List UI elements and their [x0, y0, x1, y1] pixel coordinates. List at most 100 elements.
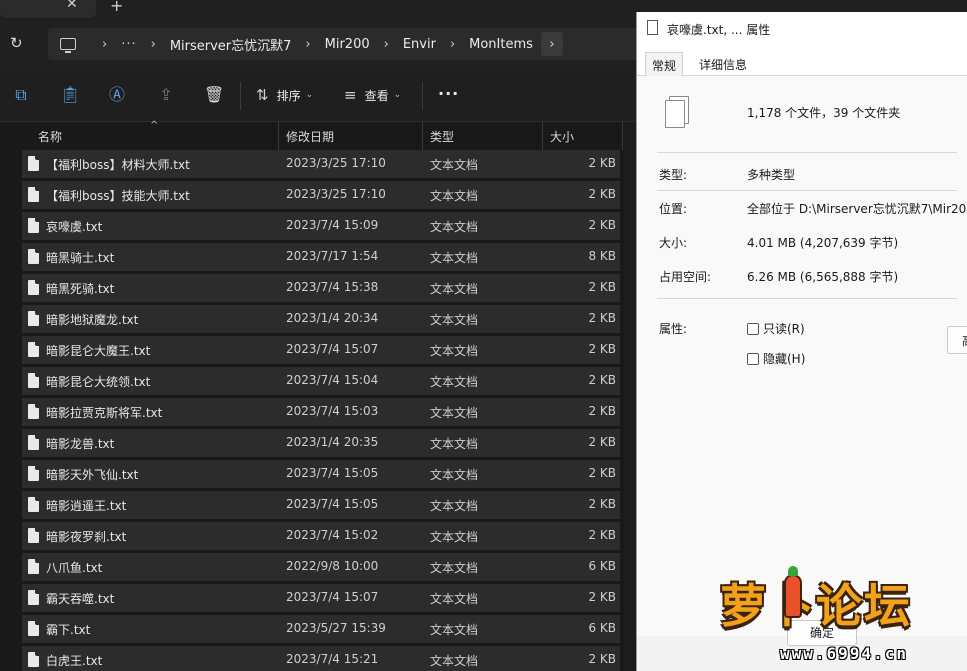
column-header-date[interactable]: 修改日期: [286, 128, 334, 145]
view-icon: ≡: [344, 86, 357, 104]
checkbox-box[interactable]: [747, 322, 759, 335]
chevron-right-icon[interactable]: ›: [151, 37, 156, 52]
readonly-checkbox[interactable]: 只读(R): [747, 320, 805, 337]
file-type: 文本文档: [430, 623, 479, 637]
file-name: 霸天吞噬.txt: [46, 592, 115, 606]
disk-size-label: 占用空间:: [659, 270, 712, 284]
tab-general[interactable]: 常规: [645, 52, 684, 77]
file-row[interactable]: 暗影龙兽.txt 2023/1/4 20:35 文本文档 2 KB: [22, 429, 620, 457]
file-type: 文本文档: [430, 406, 479, 420]
file-size: 2 KB: [588, 528, 616, 542]
file-type: 文本文档: [430, 468, 479, 482]
text-file-icon: [28, 187, 39, 202]
copy-icon[interactable]: ⧉: [12, 86, 30, 104]
share-icon[interactable]: ⇪: [157, 86, 175, 104]
file-type: 文本文档: [430, 530, 479, 544]
delete-icon[interactable]: 🗑︎: [204, 86, 224, 104]
file-row[interactable]: 霸天吞噬.txt 2023/7/4 15:07 文本文档 2 KB: [22, 584, 620, 612]
file-size: 2 KB: [588, 311, 616, 325]
column-header-row: ^ 名称 修改日期 类型 大小: [22, 120, 623, 150]
file-date: 2023/7/4 15:05: [286, 497, 379, 511]
chevron-right-icon[interactable]: ›: [384, 37, 389, 52]
carrot-icon: [784, 566, 802, 618]
breadcrumb-item[interactable]: Envir: [403, 37, 436, 52]
file-size: 2 KB: [588, 435, 616, 449]
breadcrumb-item[interactable]: MonItems: [469, 37, 533, 52]
watermark-title: 萝卜论坛: [720, 579, 912, 633]
file-date: 2023/7/4 15:07: [286, 342, 379, 356]
file-date: 2023/7/4 15:07: [286, 590, 379, 604]
new-tab-icon[interactable]: +: [110, 0, 123, 15]
chevron-right-icon[interactable]: ›: [102, 37, 107, 52]
column-divider[interactable]: [422, 122, 423, 150]
column-divider[interactable]: [622, 122, 623, 150]
file-row[interactable]: 暗影拉贾克斯将军.txt 2023/7/4 15:03 文本文档 2 KB: [22, 398, 620, 426]
text-file-icon: [28, 621, 39, 636]
file-row[interactable]: 霸下.txt 2023/5/27 15:39 文本文档 6 KB: [22, 615, 620, 643]
explorer-tab[interactable]: ✕: [0, 0, 96, 18]
file-name: 【福利boss】材料大师.txt: [46, 158, 190, 172]
refresh-icon[interactable]: ↻: [10, 34, 23, 52]
file-row[interactable]: 【福利boss】材料大师.txt 2023/3/25 17:10 文本文档 2 KB: [22, 150, 620, 178]
column-header-size[interactable]: 大小: [550, 128, 574, 145]
file-type: 文本文档: [430, 375, 479, 389]
file-row[interactable]: 暗黑骑士.txt 2023/7/17 1:54 文本文档 8 KB: [22, 243, 620, 271]
file-row[interactable]: 暗影地狱魔龙.txt 2023/1/4 20:34 文本文档 2 KB: [22, 305, 620, 333]
rename-icon[interactable]: Ⓐ: [108, 86, 126, 104]
column-divider[interactable]: [542, 122, 543, 150]
file-row[interactable]: 白虎王.txt 2023/7/4 15:21 文本文档 2 KB: [22, 646, 620, 671]
file-size: 6 KB: [588, 621, 616, 635]
chevron-right-icon[interactable]: ›: [305, 37, 310, 52]
file-row[interactable]: 哀嚎虞.txt 2023/7/4 15:09 文本文档 2 KB: [22, 212, 620, 240]
checkbox-box[interactable]: [747, 352, 759, 365]
file-date: 2023/7/17 1:54: [286, 249, 379, 263]
breadcrumb-item[interactable]: Mirserver忘忧沉默7: [170, 35, 292, 54]
this-pc-icon[interactable]: [60, 38, 76, 53]
general-panel: 1,178 个文件，39 个文件夹 类型: 多种类型 位置: 全部位于 D:\M…: [637, 76, 967, 636]
file-name: 霸下.txt: [46, 623, 91, 637]
text-file-icon: [28, 249, 39, 264]
breadcrumb-item[interactable]: Mir200: [325, 37, 370, 52]
file-size: 2 KB: [588, 373, 616, 387]
hidden-checkbox[interactable]: 隐藏(H): [747, 350, 805, 367]
file-row[interactable]: 暗影逍遥王.txt 2023/7/4 15:05 文本文档 2 KB: [22, 491, 620, 519]
tab-details[interactable]: 详细信息: [693, 54, 753, 75]
file-type: 文本文档: [430, 189, 479, 203]
text-file-icon: [28, 466, 39, 481]
column-header-name[interactable]: 名称: [38, 128, 62, 145]
file-date: 2023/3/25 17:10: [286, 156, 386, 170]
sort-label: 排序: [276, 88, 301, 103]
file-row[interactable]: 暗黑死骑.txt 2023/7/4 15:38 文本文档 2 KB: [22, 274, 620, 302]
file-size: 8 KB: [588, 249, 616, 263]
chevron-down-icon: ⌄: [393, 90, 402, 100]
file-size: 2 KB: [588, 652, 616, 666]
readonly-label: 只读(R): [763, 322, 805, 336]
file-row[interactable]: 暗影昆仑大统领.txt 2023/7/4 15:04 文本文档 2 KB: [22, 367, 620, 395]
column-header-type[interactable]: 类型: [430, 128, 454, 145]
advanced-button[interactable]: 高: [947, 326, 967, 354]
file-row[interactable]: 八爪鱼.txt 2022/9/8 10:00 文本文档 6 KB: [22, 553, 620, 581]
sort-button[interactable]: ⇅ 排序 ⌄: [256, 86, 313, 104]
view-button[interactable]: ≡ 查看 ⌄: [344, 86, 401, 104]
scrollbar[interactable]: [624, 122, 636, 671]
dialog-title-bar[interactable]: 哀嚎虞.txt, ... 属性: [637, 12, 967, 44]
file-date: 2023/7/4 15:02: [286, 528, 379, 542]
file-row[interactable]: 暗影天外飞仙.txt 2023/7/4 15:05 文本文档 2 KB: [22, 460, 620, 488]
column-divider[interactable]: [278, 122, 279, 150]
close-tab-icon[interactable]: ✕: [66, 0, 78, 12]
address-bar[interactable]: › ··· › Mirserver忘忧沉默7 › Mir200 › Envir …: [48, 28, 638, 60]
file-date: 2023/5/27 15:39: [286, 621, 386, 635]
location-label: 位置:: [659, 202, 688, 216]
breadcrumb-expand-button[interactable]: ›: [540, 32, 563, 56]
file-name: 暗黑骑士.txt: [46, 251, 115, 265]
file-date: 2023/7/4 15:03: [286, 404, 379, 418]
chevron-right-icon[interactable]: ›: [450, 37, 455, 52]
file-row[interactable]: 暗影昆仑大魔王.txt 2023/7/4 15:07 文本文档 2 KB: [22, 336, 620, 364]
file-row[interactable]: 【福利boss】技能大师.txt 2023/3/25 17:10 文本文档 2 KB: [22, 181, 620, 209]
paste-icon[interactable]: 📋︎: [60, 86, 80, 104]
file-row[interactable]: 暗影夜罗刹.txt 2023/7/4 15:02 文本文档 2 KB: [22, 522, 620, 550]
more-options-icon[interactable]: ···: [438, 84, 459, 103]
file-name: 哀嚎虞.txt: [46, 220, 103, 234]
text-file-icon: [28, 528, 39, 543]
breadcrumb-overflow[interactable]: ···: [121, 37, 136, 52]
